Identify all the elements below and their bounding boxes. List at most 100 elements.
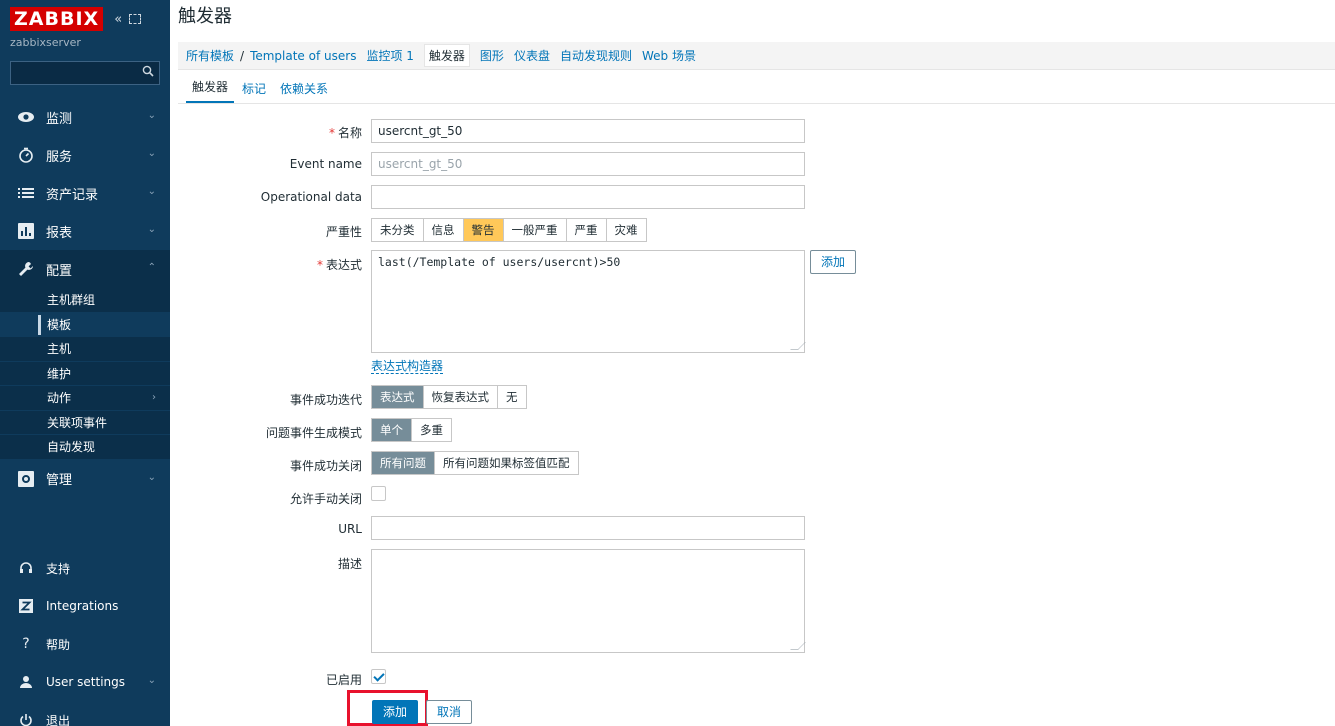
menu-label: 帮助 <box>46 637 71 652</box>
submit-add-button[interactable]: 添加 <box>372 700 419 724</box>
menu-sign-out[interactable]: 退出 <box>0 701 170 726</box>
submenu-event-correlation[interactable]: 关联项事件 <box>0 411 170 435</box>
enabled-label: 已启用 <box>325 673 362 687</box>
severity-average[interactable]: 一般严重 <box>504 219 567 241</box>
operational-data-input[interactable] <box>371 185 805 209</box>
menu-monitoring[interactable]: 监测 ⌄ <box>0 98 170 136</box>
eye-icon <box>16 108 36 126</box>
chevron-down-icon: ⌄ <box>147 186 156 197</box>
tab-tags[interactable]: 标记 <box>236 80 272 103</box>
menu-services[interactable]: 服务 ⌄ <box>0 136 170 174</box>
menu-label: 报表 <box>46 225 73 241</box>
sidebar: ZABBIX « zabbixserver 监测 ⌄ 服务 ⌄ 资产记录 ⌄ 报… <box>0 0 170 726</box>
tab-trigger[interactable]: 触发器 <box>186 78 235 103</box>
expression-add-button[interactable]: 添加 <box>810 250 857 274</box>
severity-warning[interactable]: 警告 <box>463 219 504 241</box>
menu-user-settings[interactable]: User settings ⌄ <box>0 663 170 701</box>
nav-items[interactable]: 监控项 1 <box>366 47 413 64</box>
gear-icon <box>16 470 36 488</box>
search-icon[interactable] <box>142 65 154 81</box>
menu-integrations[interactable]: Integrations <box>0 587 170 625</box>
cancel-button[interactable]: 取消 <box>426 700 473 724</box>
severity-information[interactable]: 信息 <box>424 219 464 241</box>
nav-graphs[interactable]: 图形 <box>480 47 504 64</box>
collapse-sidebar-icon[interactable]: « <box>111 12 125 27</box>
url-input[interactable] <box>371 516 805 540</box>
expression-textarea[interactable]: last(/Template of users/usercnt)>50 <box>371 250 806 353</box>
event-name-input[interactable]: usercnt_gt_50 <box>371 152 805 176</box>
expression-text: last(/Template of users/usercnt)>50 <box>378 255 621 269</box>
ok-close-selector: 所有问题 所有问题如果标签值匹配 <box>371 451 579 475</box>
severity-not-classified[interactable]: 未分类 <box>372 219 424 241</box>
chevron-down-icon: ⌄ <box>147 110 156 121</box>
resize-grip-icon[interactable] <box>790 642 806 650</box>
url-label: URL <box>338 522 362 536</box>
severity-disaster[interactable]: 灾难 <box>607 219 646 241</box>
search-input[interactable] <box>10 61 160 85</box>
ok-close-tag-match[interactable]: 所有问题如果标签值匹配 <box>435 452 578 474</box>
ok-event-expression[interactable]: 表达式 <box>372 386 424 408</box>
problem-mode-label: 问题事件生成模式 <box>265 426 362 440</box>
submenu-discovery[interactable]: 自动发现 <box>0 435 170 460</box>
problem-mode-single[interactable]: 单个 <box>372 419 412 441</box>
chevron-down-icon: ⌄ <box>147 471 156 483</box>
menu-label: 管理 <box>46 473 73 488</box>
chevron-down-icon: ⌄ <box>147 675 156 686</box>
submenu-actions[interactable]: 动作 › <box>0 386 170 411</box>
menu-help[interactable]: ? 帮助 <box>0 625 170 663</box>
menu-label: 退出 <box>46 713 71 726</box>
severity-high[interactable]: 严重 <box>567 219 607 241</box>
tab-dependencies[interactable]: 依赖关系 <box>274 80 334 103</box>
submenu-host-groups[interactable]: 主机群组 <box>0 288 170 313</box>
ok-close-all[interactable]: 所有问题 <box>372 452 435 474</box>
zabbix-logo[interactable]: ZABBIX <box>10 7 104 31</box>
breadcrumb-separator: / <box>240 48 245 63</box>
ok-event-none[interactable]: 无 <box>498 386 526 408</box>
menu-configuration[interactable]: 配置 ⌃ <box>0 250 170 288</box>
menu-label: 支持 <box>46 561 71 576</box>
server-name: zabbixserver <box>10 36 81 49</box>
submenu-templates[interactable]: 模板 <box>0 312 170 337</box>
ok-event-recovery-expression[interactable]: 恢复表达式 <box>424 386 498 408</box>
operational-data-label: Operational data <box>260 190 362 204</box>
required-marker: * <box>316 258 323 272</box>
power-icon <box>16 711 36 726</box>
problem-mode-multiple[interactable]: 多重 <box>412 419 451 441</box>
nav-web-scenarios[interactable]: Web 场景 <box>642 47 696 64</box>
nav-triggers[interactable]: 触发器 <box>423 44 470 67</box>
menu-administration[interactable]: 管理 ⌄ <box>0 460 170 498</box>
config-submenu: 主机群组 模板 主机 维护 动作 › 关联项事件 自动发现 <box>0 288 170 460</box>
chevron-up-icon: ⌃ <box>147 262 156 273</box>
kiosk-mode-icon[interactable] <box>129 14 142 24</box>
menu-inventory[interactable]: 资产记录 ⌄ <box>0 174 170 212</box>
name-label: * 名称 <box>328 126 362 140</box>
chevron-right-icon: › <box>152 392 156 404</box>
resize-grip-icon[interactable] <box>790 342 806 350</box>
menu-reports[interactable]: 报表 ⌄ <box>0 212 170 250</box>
submenu-label: 动作 <box>47 391 72 406</box>
menu-label: 监测 <box>46 111 73 127</box>
menu-label: Integrations <box>46 599 119 613</box>
menu-support[interactable]: 支持 <box>0 549 170 587</box>
name-input[interactable]: usercnt_gt_50 <box>371 119 805 143</box>
nav-discovery-rules[interactable]: 自动发现规则 <box>560 47 632 64</box>
zabbix-z-icon <box>16 597 36 615</box>
submenu-hosts[interactable]: 主机 <box>0 337 170 362</box>
bar-chart-icon <box>16 222 36 240</box>
logo-row: ZABBIX « <box>10 6 142 32</box>
chevron-down-icon: ⌄ <box>147 224 156 235</box>
enabled-checkbox[interactable] <box>371 669 386 684</box>
breadcrumb-template[interactable]: Template of users <box>250 49 356 63</box>
nav-dashboards[interactable]: 仪表盘 <box>514 47 550 64</box>
description-textarea[interactable] <box>371 549 806 653</box>
manual-close-checkbox[interactable] <box>371 486 386 501</box>
user-icon <box>16 673 36 691</box>
headset-icon <box>16 559 36 577</box>
submenu-maintenance[interactable]: 维护 <box>0 362 170 386</box>
expression-constructor-link[interactable]: 表达式构造器 <box>371 360 444 374</box>
chevron-down-icon: ⌄ <box>147 148 156 159</box>
description-label: 描述 <box>337 557 362 571</box>
breadcrumb-all-templates[interactable]: 所有模板 <box>186 47 234 64</box>
main-menu: 监测 ⌄ 服务 ⌄ 资产记录 ⌄ 报表 ⌄ 配置 ⌃ 主机群组 模板 主机 维护… <box>0 98 170 498</box>
required-marker: * <box>328 126 335 140</box>
